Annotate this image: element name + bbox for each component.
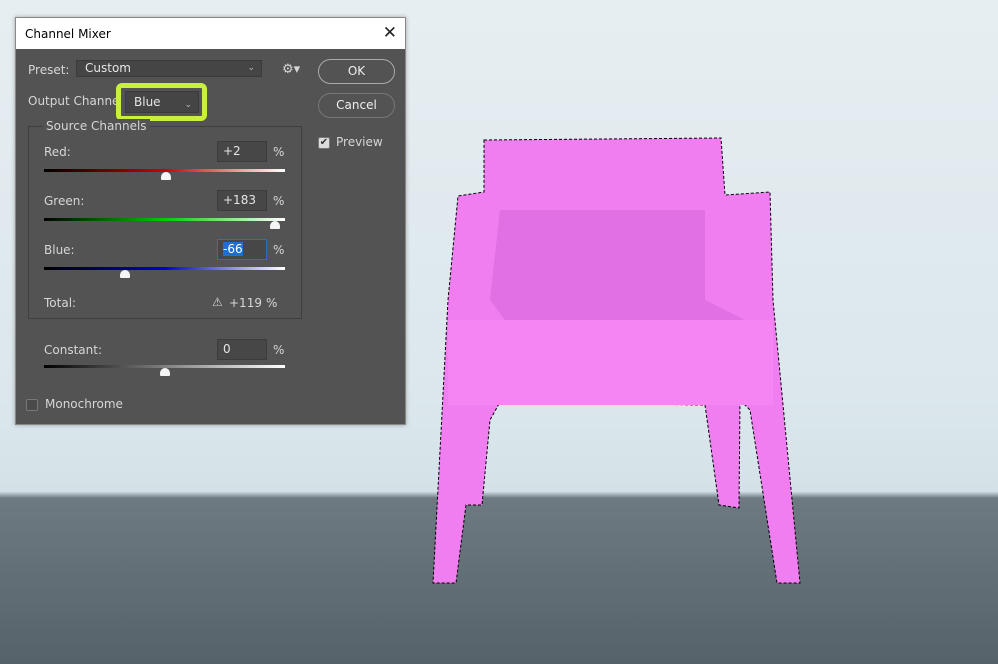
output-channel-value: Blue [134, 95, 161, 109]
blue-input[interactable]: -66 [217, 239, 267, 260]
channel-mixer-dialog: Channel Mixer ✕ Preset: Custom ⌄ ⚙▾ Outpu… [15, 17, 406, 425]
warning-icon: ⚠ [212, 295, 223, 309]
ok-button[interactable]: OK [318, 59, 395, 84]
red-unit: % [273, 145, 285, 159]
monochrome-checkbox[interactable] [26, 399, 38, 411]
preset-label: Preset: [28, 63, 70, 77]
source-channels-label: Source Channels [43, 119, 150, 133]
blue-slider[interactable] [44, 267, 285, 270]
total-value: +119 [229, 296, 262, 310]
green-slider[interactable] [44, 218, 285, 221]
preview-label: Preview [336, 135, 383, 149]
green-unit: % [273, 194, 285, 208]
gear-icon[interactable]: ⚙▾ [282, 62, 300, 77]
constant-input[interactable]: 0 [217, 339, 267, 360]
chevron-down-icon: ⌄ [184, 100, 192, 110]
preset-value: Custom [85, 61, 131, 75]
close-icon[interactable]: ✕ [383, 23, 397, 43]
blue-unit: % [273, 243, 285, 257]
output-channel-select[interactable]: Blue ⌄ [125, 91, 199, 113]
preset-select[interactable]: Custom ⌄ [76, 60, 262, 77]
green-input[interactable]: +183 [217, 190, 267, 211]
total-label: Total: [44, 296, 77, 310]
blue-label: Blue: [44, 243, 75, 257]
dialog-title: Channel Mixer [25, 26, 111, 41]
green-label: Green: [44, 194, 85, 208]
blue-input-value: -66 [223, 242, 243, 256]
chevron-down-icon: ⌄ [247, 63, 255, 73]
constant-label: Constant: [44, 343, 102, 357]
red-input[interactable]: +2 [217, 141, 267, 162]
output-channel-label: Output Channel: [28, 94, 127, 108]
title-bar: Channel Mixer ✕ [16, 18, 405, 49]
constant-unit: % [273, 343, 285, 357]
total-unit: % [266, 296, 278, 310]
monochrome-label: Monochrome [45, 397, 123, 411]
preview-checkbox[interactable]: ✔ [318, 137, 330, 149]
red-label: Red: [44, 145, 71, 159]
cancel-button[interactable]: Cancel [318, 93, 395, 118]
